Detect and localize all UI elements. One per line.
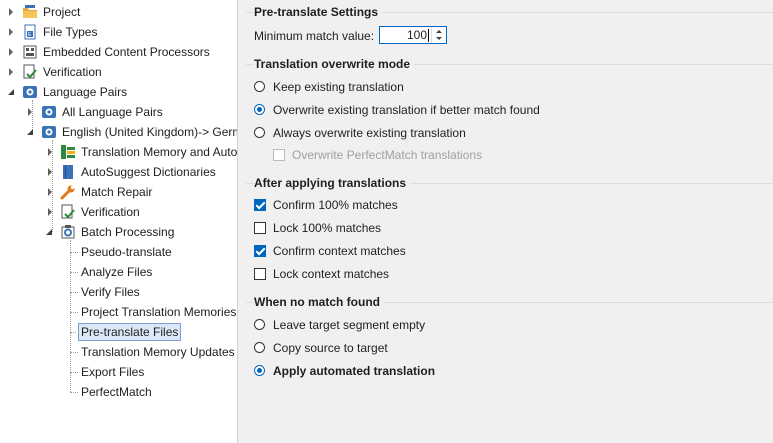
option-label: Copy source to target <box>273 341 388 355</box>
tree-connector <box>70 240 71 392</box>
tree-connector <box>70 312 78 313</box>
tree-connector <box>70 352 78 353</box>
verification-icon <box>23 64 37 79</box>
group-title: When no match found <box>254 295 384 309</box>
tree-item-label: Batch Processing <box>81 225 175 239</box>
tree-item-label: Embedded Content Processors <box>43 45 210 59</box>
radio-button[interactable] <box>254 319 265 330</box>
settings-tree: Project E File Types Embedded Content Pr… <box>0 0 238 443</box>
radio-button[interactable] <box>254 127 265 138</box>
tree-item-label: Translation Memory Updates <box>81 345 235 359</box>
pretranslate-settings-group: Pre-translate Settings Minimum match val… <box>246 5 773 53</box>
tree-item-label: PerfectMatch <box>81 385 152 399</box>
collapse-arrow-icon[interactable] <box>27 129 33 135</box>
option-label: Confirm context matches <box>273 244 406 258</box>
collapse-arrow-icon[interactable] <box>46 229 52 235</box>
file-types-icon: E <box>24 24 36 40</box>
tree-item-label: Verification <box>43 65 102 79</box>
tree-item-label: Analyze Files <box>81 265 153 279</box>
option-label: Keep existing translation <box>273 80 404 94</box>
checkbox <box>273 149 285 161</box>
settings-panel: Pre-translate Settings Minimum match val… <box>238 0 773 443</box>
tree-item-label: File Types <box>43 25 98 39</box>
overwrite-mode-group: Translation overwrite mode Keep existing… <box>246 57 773 167</box>
tree-connector <box>70 392 78 393</box>
spin-down-icon[interactable] <box>436 37 442 40</box>
tree-item-label: All Language Pairs <box>62 105 163 119</box>
radio-button[interactable] <box>254 342 265 353</box>
radio-button[interactable] <box>254 81 265 92</box>
embedded-content-icon <box>23 45 37 59</box>
option-label: Always overwrite existing translation <box>273 126 466 140</box>
expand-arrow-icon[interactable] <box>48 168 52 176</box>
option-label: Lock 100% matches <box>273 221 382 235</box>
tree-connector <box>70 372 78 373</box>
no-match-group: When no match found Leave target segment… <box>246 295 773 385</box>
spinner-buttons[interactable] <box>431 27 446 43</box>
checkbox[interactable] <box>254 245 266 257</box>
radio-button[interactable] <box>254 365 265 376</box>
option-label: Apply automated translation <box>273 364 436 378</box>
option-label: Overwrite PerfectMatch translations <box>292 148 483 162</box>
tree-item-label: Language Pairs <box>43 85 128 99</box>
language-pairs-icon <box>23 86 37 98</box>
expand-arrow-icon[interactable] <box>9 8 13 16</box>
verification-icon <box>61 204 75 219</box>
option-label: Lock context matches <box>273 267 390 281</box>
tree-connector <box>32 100 33 132</box>
tree-item-label: Translation Memory and Auto <box>81 145 238 159</box>
checkbox[interactable] <box>254 268 266 280</box>
expand-arrow-icon[interactable] <box>9 48 13 56</box>
group-title: Translation overwrite mode <box>254 57 415 71</box>
spin-up-icon[interactable] <box>436 30 442 33</box>
expand-arrow-icon[interactable] <box>28 108 32 116</box>
min-match-label: Minimum match value: <box>254 29 375 43</box>
tree-item-label: Verify Files <box>81 285 140 299</box>
tree-item-label: English (United Kingdom)-> Germa <box>62 125 238 139</box>
group-title: Pre-translate Settings <box>254 5 383 19</box>
project-folder-icon <box>23 5 37 18</box>
checkbox[interactable] <box>254 199 266 211</box>
option-label: Overwrite existing translation if better… <box>273 103 540 117</box>
expand-arrow-icon[interactable] <box>48 148 52 156</box>
tree-item-label: Project <box>43 5 81 19</box>
batch-processing-icon <box>61 225 75 239</box>
language-pairs-icon <box>42 126 56 138</box>
option-label: Confirm 100% matches <box>273 198 398 212</box>
checkbox[interactable] <box>254 222 266 234</box>
translation-memory-icon <box>61 145 75 159</box>
tree-connector <box>70 272 78 273</box>
expand-arrow-icon[interactable] <box>48 208 52 216</box>
tree-item-label: Match Repair <box>81 185 153 199</box>
expand-arrow-icon[interactable] <box>9 28 13 36</box>
after-applying-group: After applying translations Confirm 100%… <box>246 176 773 284</box>
collapse-arrow-icon[interactable] <box>8 89 14 95</box>
wrench-icon <box>60 185 75 200</box>
tree-connector <box>52 140 53 232</box>
min-match-value[interactable]: 100 <box>407 29 427 42</box>
expand-arrow-icon[interactable] <box>48 188 52 196</box>
tree-item-label: Verification <box>81 205 140 219</box>
tree-item-label: AutoSuggest Dictionaries <box>81 165 216 179</box>
tree-item-label: Pseudo-translate <box>81 245 172 259</box>
tree-item-label: Export Files <box>81 365 145 379</box>
tree-connector <box>70 252 78 253</box>
radio-button[interactable] <box>254 104 265 115</box>
tree-connector <box>70 332 76 333</box>
tree-connector <box>70 292 78 293</box>
group-title: After applying translations <box>254 176 411 190</box>
option-label: Leave target segment empty <box>273 318 426 332</box>
tree-item-label: Pre-translate Files <box>78 323 182 341</box>
language-pairs-icon <box>42 106 56 118</box>
tree-item-label: Project Translation Memories <box>81 305 237 319</box>
min-match-spinner[interactable]: 100 <box>379 26 447 44</box>
expand-arrow-icon[interactable] <box>9 68 13 76</box>
dictionary-icon <box>63 165 73 179</box>
text-caret <box>428 29 429 42</box>
